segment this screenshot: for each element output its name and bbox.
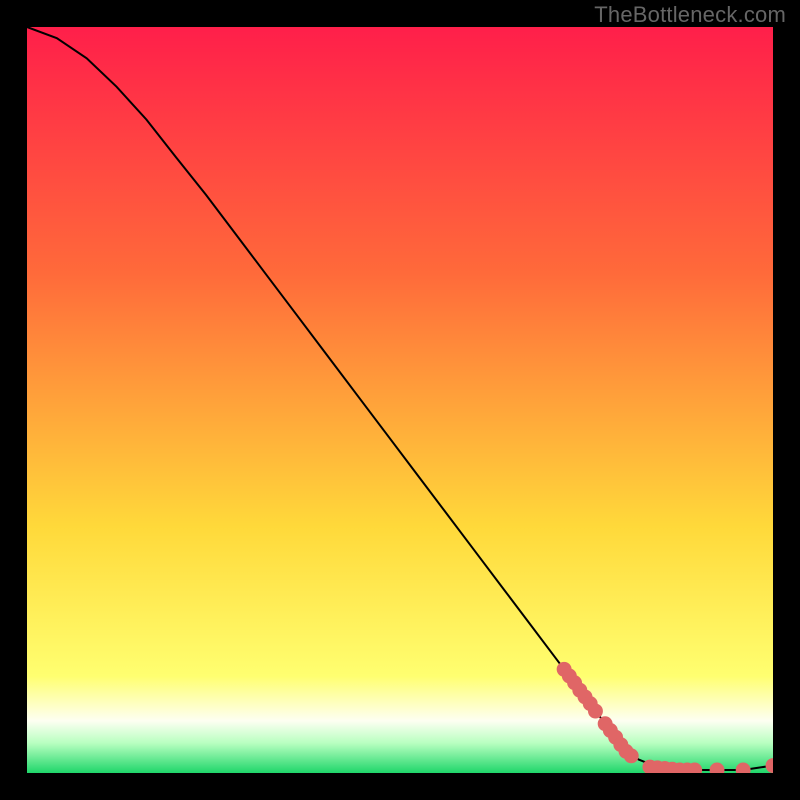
watermark-label: TheBottleneck.com — [594, 2, 786, 28]
plot-area — [27, 27, 773, 773]
chart-svg — [27, 27, 773, 773]
data-marker — [624, 748, 639, 763]
chart-frame: TheBottleneck.com — [0, 0, 800, 800]
data-marker — [588, 704, 603, 719]
plot-background — [27, 27, 773, 773]
